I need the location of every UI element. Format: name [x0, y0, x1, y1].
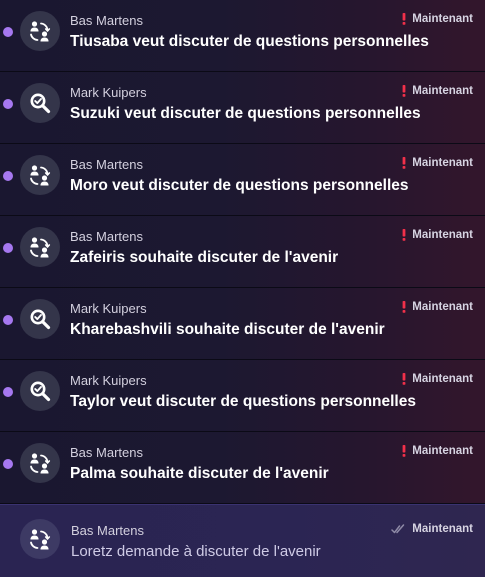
message-status: Maintenant	[391, 523, 473, 535]
message-row[interactable]: Mark Kuipers Kharebashvili souhaite disc…	[0, 288, 485, 360]
unread-dot	[3, 27, 13, 37]
exclamation-icon	[401, 229, 407, 241]
sender-name: Bas Martens	[71, 523, 144, 538]
exclamation-icon	[401, 85, 407, 97]
exclamation-icon	[401, 373, 407, 385]
magnifier-icon	[30, 93, 51, 114]
unread-dot	[3, 315, 13, 325]
people-icon	[30, 453, 51, 474]
message-list: Bas Martens Tiusaba veut discuter de que…	[0, 0, 485, 577]
sender-name: Bas Martens	[70, 157, 143, 172]
sender-avatar	[20, 519, 60, 559]
message-time: Maintenant	[412, 523, 473, 535]
message-time: Maintenant	[412, 445, 473, 457]
message-row[interactable]: Mark Kuipers Suzuki veut discuter de que…	[0, 72, 485, 144]
message-status: Maintenant	[401, 301, 473, 313]
message-time: Maintenant	[412, 13, 473, 25]
message-row[interactable]: Bas Martens Palma souhaite discuter de l…	[0, 432, 485, 504]
people-icon	[30, 237, 51, 258]
exclamation-icon	[401, 445, 407, 457]
message-row[interactable]: Bas Martens Zafeiris souhaite discuter d…	[0, 216, 485, 288]
unread-dot	[3, 387, 13, 397]
message-status: Maintenant	[401, 373, 473, 385]
message-subject: Loretz demande à discuter de l'avenir	[71, 543, 321, 560]
people-icon	[30, 21, 51, 42]
message-row[interactable]: Mark Kuipers Taylor veut discuter de que…	[0, 360, 485, 432]
message-time: Maintenant	[412, 157, 473, 169]
sender-name: Mark Kuipers	[70, 373, 147, 388]
message-row[interactable]: Bas Martens Tiusaba veut discuter de que…	[0, 0, 485, 72]
message-status: Maintenant	[401, 445, 473, 457]
sender-avatar	[20, 83, 60, 123]
message-status: Maintenant	[401, 13, 473, 25]
exclamation-icon	[401, 157, 407, 169]
sender-name: Mark Kuipers	[70, 301, 147, 316]
message-subject: Zafeiris souhaite discuter de l'avenir	[70, 249, 339, 266]
message-row[interactable]: Bas Martens Loretz demande à discuter de…	[0, 504, 485, 577]
sender-avatar	[20, 371, 60, 411]
message-subject: Palma souhaite discuter de l'avenir	[70, 465, 329, 482]
message-time: Maintenant	[412, 229, 473, 241]
magnifier-icon	[30, 381, 51, 402]
message-time: Maintenant	[412, 373, 473, 385]
sender-name: Bas Martens	[70, 229, 143, 244]
sender-avatar	[20, 11, 60, 51]
message-subject: Taylor veut discuter de questions person…	[70, 393, 416, 410]
magnifier-icon	[30, 309, 51, 330]
people-icon	[30, 529, 51, 550]
sender-avatar	[20, 227, 60, 267]
message-time: Maintenant	[412, 301, 473, 313]
exclamation-icon	[401, 301, 407, 313]
unread-dot	[3, 171, 13, 181]
unread-dot	[3, 243, 13, 253]
message-time: Maintenant	[412, 85, 473, 97]
message-status: Maintenant	[401, 229, 473, 241]
people-icon	[30, 165, 51, 186]
sender-name: Bas Martens	[70, 445, 143, 460]
message-status: Maintenant	[401, 85, 473, 97]
message-subject: Kharebashvili souhaite discuter de l'ave…	[70, 321, 385, 338]
unread-dot	[3, 459, 13, 469]
sender-avatar	[20, 299, 60, 339]
sender-avatar	[20, 443, 60, 483]
sender-name: Mark Kuipers	[70, 85, 147, 100]
message-row[interactable]: Bas Martens Moro veut discuter de questi…	[0, 144, 485, 216]
sender-avatar	[20, 155, 60, 195]
message-subject: Moro veut discuter de questions personne…	[70, 177, 409, 194]
double-check-icon	[391, 523, 407, 535]
unread-dot	[3, 99, 13, 109]
message-subject: Tiusaba veut discuter de questions perso…	[70, 33, 429, 50]
message-subject: Suzuki veut discuter de questions person…	[70, 105, 421, 122]
sender-name: Bas Martens	[70, 13, 143, 28]
exclamation-icon	[401, 13, 407, 25]
message-status: Maintenant	[401, 157, 473, 169]
